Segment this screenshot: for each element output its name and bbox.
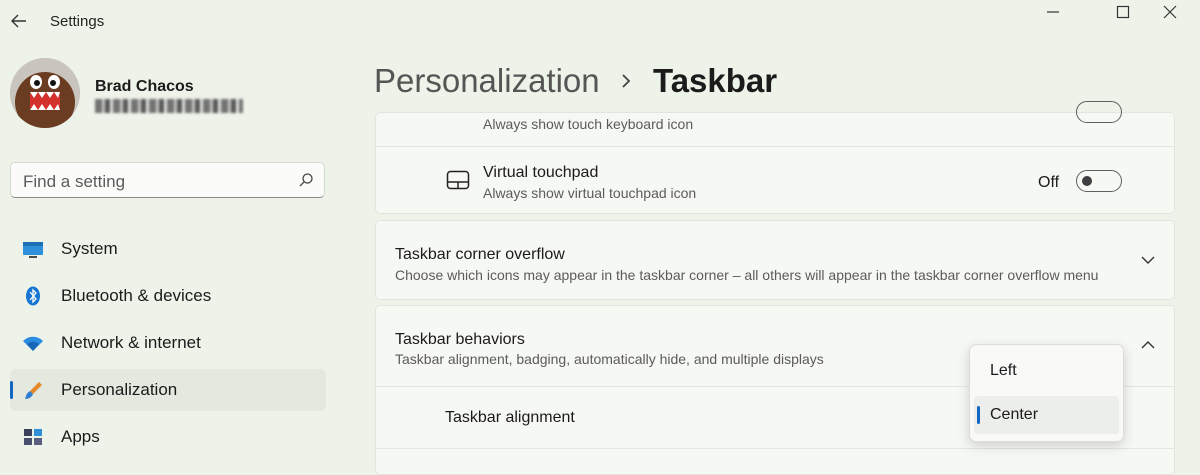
brush-icon [25, 382, 42, 399]
chevron-right-icon [622, 74, 631, 88]
back-arrow-icon [11, 14, 26, 28]
sidebar-item-label: Bluetooth & devices [61, 286, 212, 305]
page-title: Taskbar [653, 62, 778, 99]
sidebar-item-system[interactable]: System [10, 228, 326, 270]
breadcrumb[interactable]: Personalization [374, 62, 600, 100]
search-icon [299, 173, 313, 187]
taskbar-alignment-label: Taskbar alignment [445, 409, 575, 426]
bluetooth-icon [26, 286, 40, 306]
sidebar-item-apps[interactable]: Apps [10, 416, 326, 458]
toggle-knob [1082, 176, 1092, 186]
corner-overflow-card[interactable]: Taskbar corner overflow Choose which ico… [375, 220, 1175, 300]
touch-keyboard-toggle[interactable] [1076, 101, 1122, 123]
corner-overflow-title: Taskbar corner overflow [395, 246, 565, 263]
maximize-button[interactable] [1100, 0, 1146, 30]
virtual-touchpad-subtitle: Always show virtual touchpad icon [483, 185, 697, 201]
app-title: Settings [50, 13, 105, 30]
maximize-icon [1116, 5, 1130, 19]
apps-icon [24, 429, 42, 445]
avatar[interactable] [10, 58, 80, 128]
touchpad-icon [446, 170, 470, 190]
virtual-touchpad-title: Virtual touchpad [483, 164, 599, 181]
sidebar-item-network[interactable]: Network & internet [10, 322, 326, 364]
alignment-option-left[interactable]: Left [974, 352, 1119, 390]
minimize-button[interactable] [1030, 0, 1076, 30]
selection-indicator [977, 406, 980, 424]
user-name: Brad Chacos [95, 78, 194, 95]
sidebar-item-label: Apps [61, 427, 100, 446]
close-icon [1163, 5, 1177, 19]
alignment-option-center[interactable]: Center [974, 396, 1119, 434]
search-placeholder: Find a setting [23, 172, 126, 191]
divider [376, 448, 1174, 449]
search-input[interactable]: Find a setting [10, 162, 325, 198]
behaviors-subtitle: Taskbar alignment, badging, automaticall… [395, 351, 824, 367]
virtual-touchpad-toggle[interactable] [1076, 170, 1122, 192]
divider [376, 146, 1174, 147]
sidebar-item-label: Network & internet [61, 333, 201, 352]
user-email-redacted [95, 99, 243, 113]
taskbar-alignment-dropdown[interactable]: Left Center [969, 344, 1124, 442]
taskbar-icons-card: Always show touch keyboard icon Virtual … [375, 101, 1175, 214]
sidebar-item-personalization[interactable]: Personalization [10, 369, 326, 411]
touch-keyboard-subtitle: Always show touch keyboard icon [483, 116, 694, 132]
back-button[interactable] [8, 10, 30, 32]
sidebar-item-label: System [61, 239, 118, 258]
behaviors-title: Taskbar behaviors [395, 331, 525, 348]
chevron-up-icon[interactable] [1140, 339, 1156, 351]
close-button[interactable] [1147, 0, 1193, 30]
selection-indicator [10, 381, 13, 399]
sidebar-item-bluetooth[interactable]: Bluetooth & devices [10, 275, 326, 317]
wifi-icon [23, 336, 43, 351]
corner-overflow-subtitle: Choose which icons may appear in the tas… [395, 267, 1099, 283]
minimize-icon [1047, 11, 1059, 13]
avatar-image [10, 58, 80, 128]
system-icon [23, 242, 43, 258]
chevron-down-icon[interactable] [1140, 254, 1156, 266]
virtual-touchpad-state: Off [1038, 174, 1060, 191]
sidebar-item-label: Personalization [61, 380, 178, 399]
option-label: Left [990, 362, 1017, 379]
option-label: Center [990, 406, 1039, 423]
